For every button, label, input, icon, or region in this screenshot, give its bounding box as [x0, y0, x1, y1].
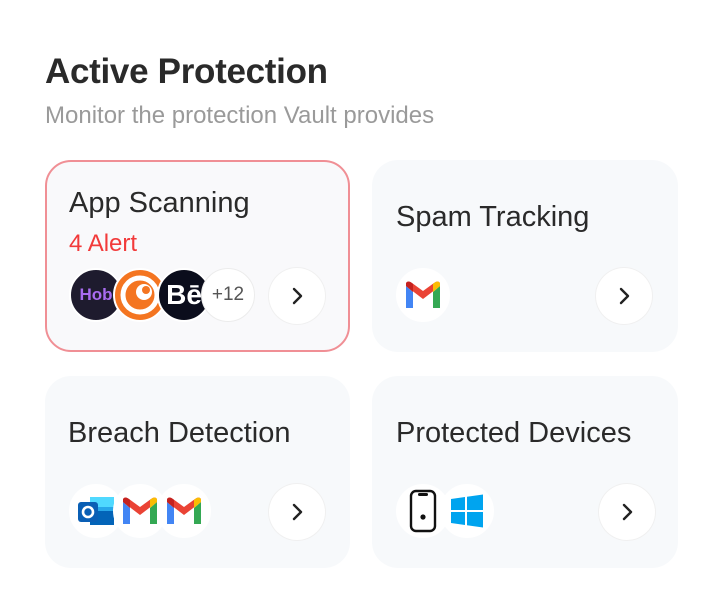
chevron-right-icon: [292, 287, 303, 305]
app-icons: Hob Bē +12: [69, 268, 255, 322]
card-title: App Scanning: [69, 187, 250, 219]
more-apps-badge: +12: [201, 268, 255, 322]
card-title: Breach Detection: [68, 417, 291, 449]
app-scanning-chevron-button[interactable]: [269, 268, 325, 324]
chevron-right-icon: [622, 503, 633, 521]
breach-detection-chevron-button[interactable]: [269, 484, 325, 540]
spam-tracking-chevron-button[interactable]: [596, 268, 652, 324]
spam-tracking-card[interactable]: Spam Tracking: [372, 160, 678, 352]
alert-count: 4 Alert: [69, 230, 138, 257]
device-icons: [396, 484, 494, 538]
app-scanning-card[interactable]: App Scanning 4 Alert Hob Bē +12: [45, 160, 350, 352]
app-icons: [69, 484, 211, 538]
protected-devices-card[interactable]: Protected Devices: [372, 376, 678, 568]
gmail-icon: [396, 268, 450, 322]
page-title: Active Protection: [45, 52, 328, 91]
protected-devices-chevron-button[interactable]: [599, 484, 655, 540]
gmail-icon: [157, 484, 211, 538]
chevron-right-icon: [292, 503, 303, 521]
windows-icon: [440, 484, 494, 538]
card-title: Spam Tracking: [396, 201, 590, 233]
page-subtitle: Monitor the protection Vault provides: [45, 102, 435, 129]
app-icons: [396, 268, 450, 322]
card-title: Protected Devices: [396, 417, 632, 449]
breach-detection-card[interactable]: Breach Detection: [45, 376, 350, 568]
chevron-right-icon: [619, 287, 630, 305]
